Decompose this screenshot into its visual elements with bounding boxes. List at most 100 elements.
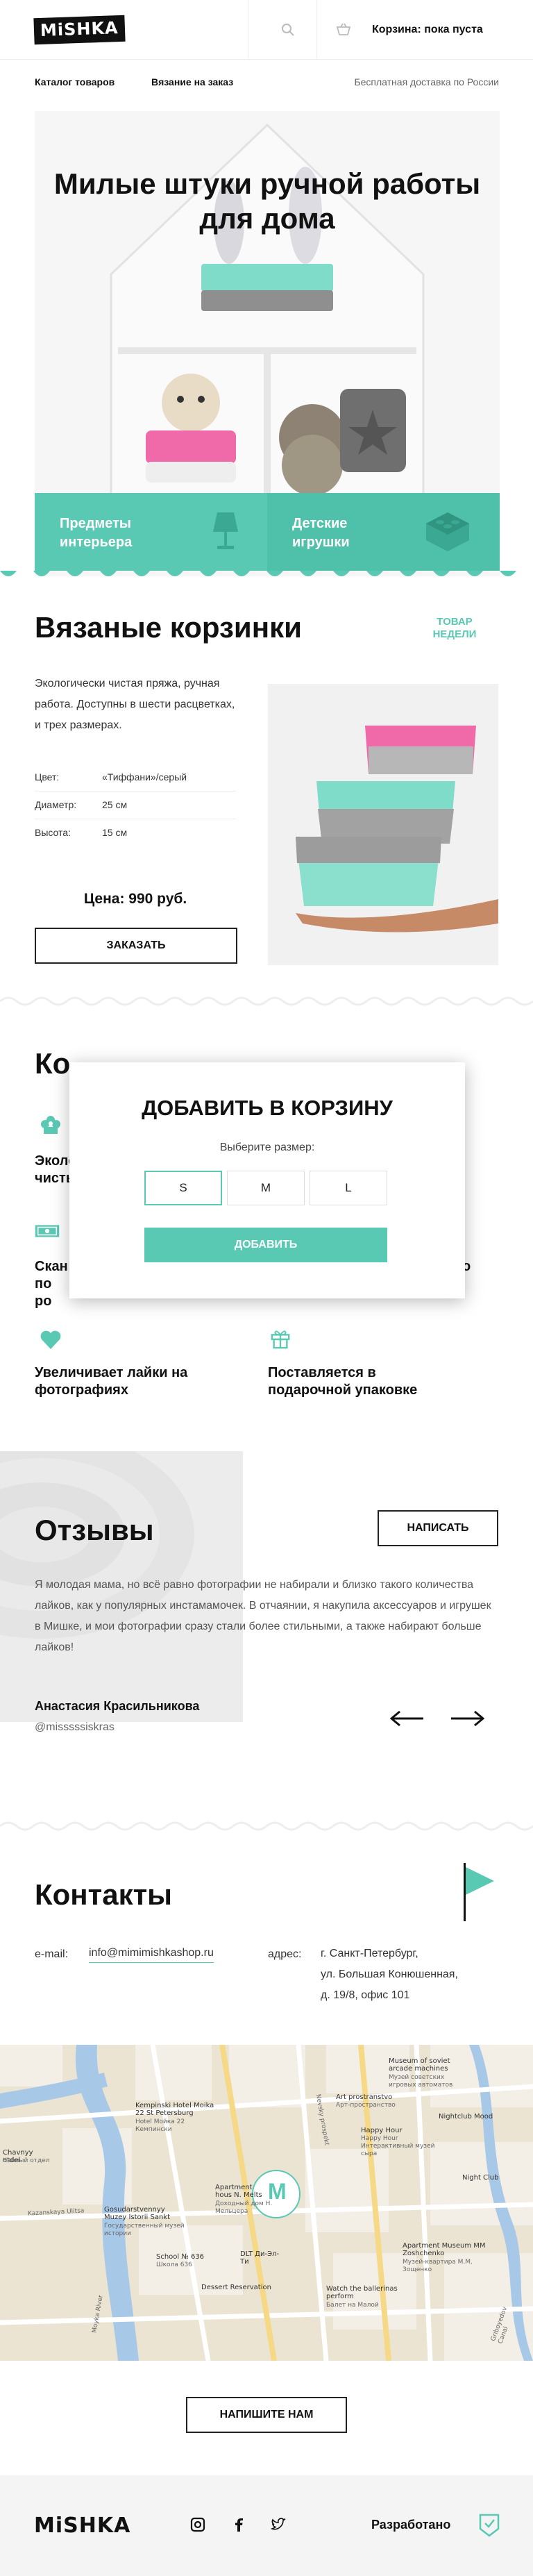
site-logo[interactable]: MiSHKA — [33, 15, 126, 45]
spec-label: Высота: — [35, 827, 71, 838]
instagram-icon[interactable] — [190, 2517, 205, 2532]
category-interior-label: Предметы интерьера — [60, 516, 133, 550]
map-label: Museum of soviet arcade machines — [389, 2057, 450, 2073]
address-line: д. 19/8, офис 101 — [321, 1989, 410, 2001]
week-product-badge-text: ТОВАР НЕДЕЛИ — [432, 616, 477, 640]
benefit-likes: Увеличивает лайки на фотографиях — [35, 1365, 188, 1398]
add-to-cart-modal: ДОБАВИТЬ В КОРЗИНУ Выберите размер: S M … — [69, 1062, 465, 1298]
map-label: DLT Ди-Эл-Ти — [240, 2250, 280, 2266]
arrow-right-icon[interactable] — [450, 1710, 484, 1727]
write-us-button[interactable]: НАПИШИТЕ НАМ — [186, 2397, 347, 2433]
map-label: School № 636 — [156, 2253, 205, 2261]
size-l-button[interactable]: L — [310, 1171, 387, 1205]
cart-status[interactable]: Корзина: пока пуста — [372, 24, 483, 36]
spec-value: 15 см — [102, 827, 128, 838]
money-icon — [35, 1225, 60, 1237]
map-label: Kempinski Hotel Moika 22 St Petersburg — [135, 2102, 214, 2117]
wave-divider — [0, 571, 533, 576]
hero-banner: Милые штуки ручной работы для дома Предм… — [35, 111, 500, 576]
map-label: Happy Hour — [361, 2127, 403, 2134]
map-label: Apartment Museum MM Zoshchenko — [403, 2242, 486, 2257]
lego-icon — [426, 512, 469, 551]
twitter-icon[interactable] — [271, 2517, 286, 2532]
location-map[interactable]: M Museum of soviet arcade machines Музей… — [0, 2045, 533, 2361]
category-kids-toys[interactable]: Детские игрушки — [267, 493, 500, 571]
benefits-title: Ко — [35, 1047, 71, 1080]
wave-divider — [0, 996, 533, 1006]
address-line: ул. Большая Конюшенная, — [321, 1968, 458, 1980]
map-label: Арт-пространство — [336, 2102, 396, 2109]
baskets-image — [268, 684, 498, 965]
map-label: Балет на Малой — [326, 2302, 379, 2309]
reviews-title: Отзывы — [35, 1514, 154, 1546]
contacts-title: Контакты — [35, 1878, 173, 1911]
map-label: Gosudarstvennyy Muzey Istorii Sankt — [104, 2206, 171, 2221]
email-link[interactable]: info@mimimishkashop.ru — [89, 1944, 214, 1963]
spec-height: Высота: 15 см — [35, 819, 236, 847]
modal-title: ДОБАВИТЬ В КОРЗИНУ — [142, 1096, 393, 1120]
hero-title: Милые штуки ручной работы для дома — [53, 167, 481, 235]
spec-color: Цвет: «Тиффани»/серый — [35, 764, 236, 792]
address-label: адрес: — [268, 1948, 302, 1960]
nav-catalog[interactable]: Каталог товаров — [35, 76, 115, 87]
arrow-left-icon[interactable] — [390, 1710, 425, 1727]
lamp-icon — [213, 512, 238, 549]
htmlacademy-icon[interactable] — [479, 2514, 500, 2537]
order-button[interactable]: ЗАКАЗАТЬ — [35, 928, 237, 964]
size-m-button[interactable]: M — [227, 1171, 305, 1205]
heart-icon — [40, 1330, 61, 1349]
search-icon[interactable] — [281, 23, 295, 37]
benefit-gift-wrap: Поставляется в подарочной упаковке — [268, 1365, 418, 1398]
review-text: Я молодая мама, но всё равно фотографии … — [35, 1579, 491, 1653]
map-label: Happy Hour Интерактивный музей сыра — [361, 2135, 435, 2157]
flag-icon — [464, 1863, 494, 1921]
benefit-partial: о — [462, 1259, 471, 1274]
footer-logo[interactable]: MiSHKA — [34, 2514, 130, 2538]
cart-icon[interactable] — [336, 22, 351, 36]
map-label: Музей советских игровых автоматов — [389, 2074, 453, 2089]
write-review-button[interactable]: НАПИСАТЬ — [378, 1510, 498, 1546]
benefit-eco: Эколо чисты — [35, 1153, 71, 1186]
product-photo — [268, 684, 498, 965]
facebook-icon[interactable] — [231, 2517, 246, 2532]
site-footer: MiSHKA Разработано — [0, 2475, 533, 2576]
spec-value: «Тиффани»/серый — [102, 771, 187, 783]
category-kids-label: Детские игрушки — [292, 516, 350, 550]
site-header: MiSHKA Корзина: пока пуста — [0, 0, 533, 60]
product-description: Экологически чистая пряжа, ручная работа… — [35, 678, 235, 731]
map-label: Dessert Reservation — [201, 2284, 271, 2291]
address-line: г. Санкт-Петербург, — [321, 1948, 418, 1959]
product-title: Вязаные корзинки — [35, 611, 302, 644]
developed-by-label: Разработано — [371, 2518, 451, 2532]
flower-icon — [41, 1116, 60, 1134]
map-label: Art prostranstvo — [336, 2093, 393, 2101]
map-label: Государственный музей истории — [104, 2223, 185, 2237]
product-price: Цена: 990 руб. — [83, 891, 187, 907]
delivery-note: Бесплатная доставка по России — [354, 76, 499, 87]
modal-subtitle: Выберите размер: — [219, 1141, 315, 1153]
map-label: Школа 636 — [156, 2261, 192, 2268]
category-interior[interactable]: Предметы интерьера — [35, 493, 267, 571]
review-handle: @misssssiskras — [35, 1721, 115, 1733]
add-to-cart-button[interactable]: ДОБАВИТЬ — [144, 1228, 387, 1262]
gift-icon — [271, 1330, 290, 1349]
spec-label: Диаметр: — [35, 799, 77, 810]
map-label: Apartment hous N. Melts — [215, 2184, 262, 2199]
review-author: Анастасия Красильникова — [35, 1699, 200, 1713]
map-label: Чайный отдел — [3, 2157, 50, 2164]
spec-diameter: Диаметр: 25 см — [35, 792, 236, 819]
size-s-button[interactable]: S — [144, 1171, 222, 1205]
week-product-badge: ТОВАР НЕДЕЛИ — [430, 616, 479, 641]
map-label: Доходный дом Н. Мельцера — [215, 2200, 273, 2215]
header-divider — [316, 0, 317, 60]
benefit-scan: Скан по ро — [35, 1259, 68, 1309]
spec-label: Цвет: — [35, 771, 60, 783]
map-label: Nightclub Mood — [439, 2113, 493, 2121]
spec-value: 25 см — [102, 799, 128, 810]
nav-custom-knitting[interactable]: Вязание на заказ — [151, 76, 233, 87]
email-label: e-mail: — [35, 1948, 69, 1960]
map-label: Музей-квартира М.М. Зощенко — [403, 2259, 473, 2273]
map-label: Watch the ballerinas perform — [326, 2285, 398, 2300]
map-label: Hotel Мойка 22 Кемпински — [135, 2118, 185, 2133]
wave-divider — [0, 1821, 533, 1831]
